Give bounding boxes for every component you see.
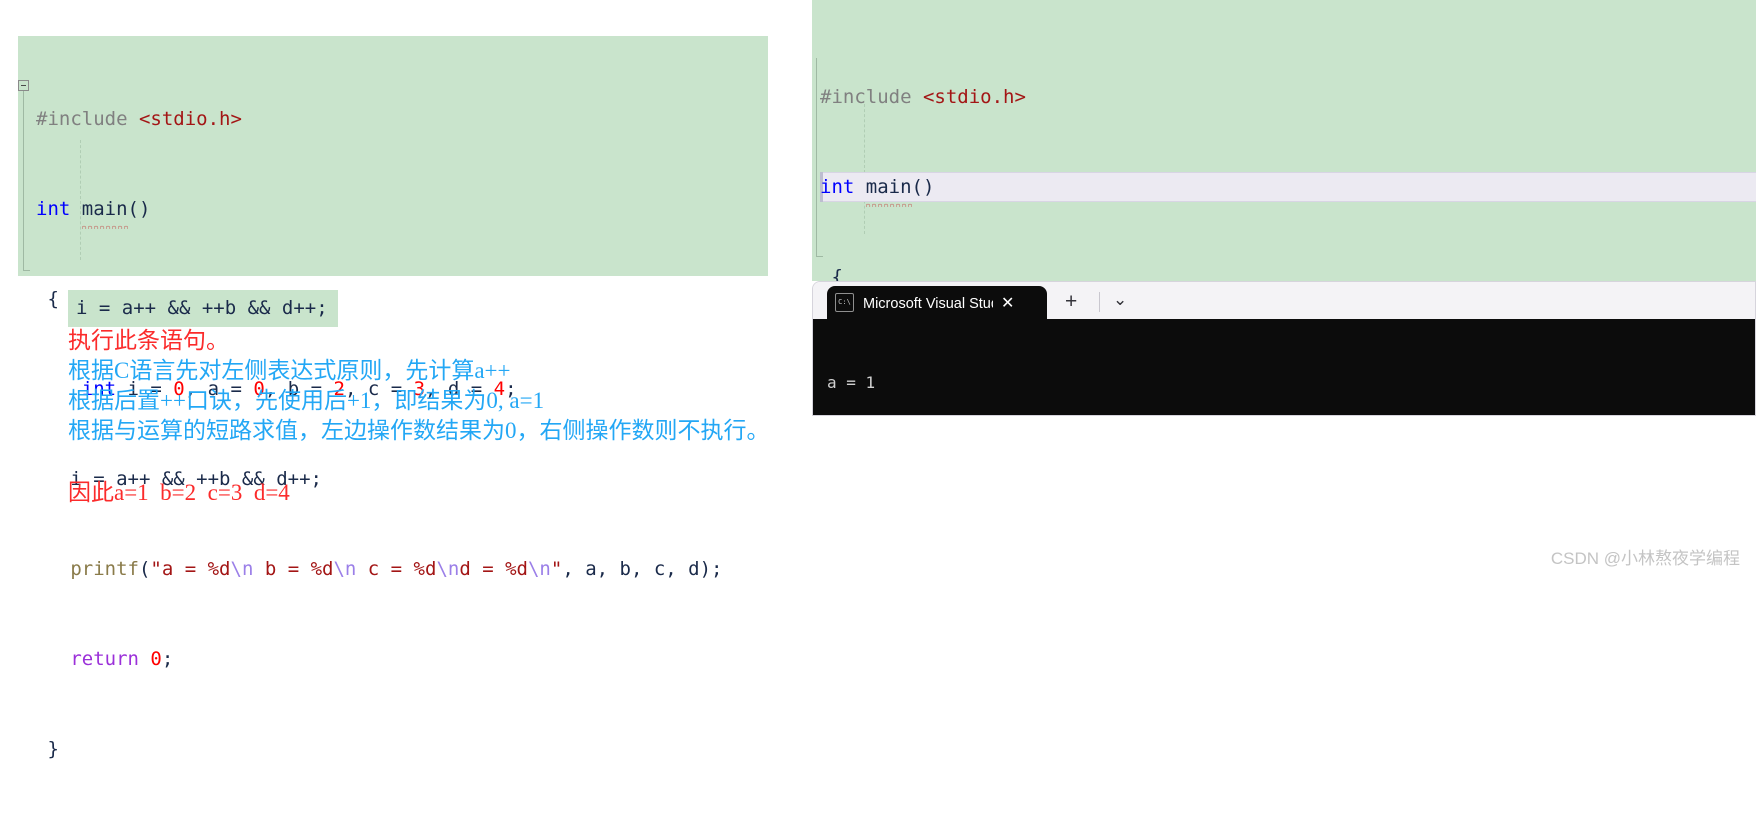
code-line[interactable]: #include <stdio.h> [820,82,1484,112]
note-line-3: 根据后置++口诀，先使用后+1，即结果为0, a=1 [68,388,545,413]
right-code-lines: #include <stdio.h> int main() { int i = … [820,22,1484,281]
tabstrip-divider [1099,292,1100,312]
debug-console-window[interactable]: C:\ Microsoft Visual Studio 调试控 ✕ + ⌄ a … [812,281,1756,416]
terminal-output[interactable]: a = 1 b = 2 c = 3 d = 4 [813,319,1755,415]
terminal-output-line: a = 1 [827,373,876,392]
code-line[interactable]: printf("a = %d\n b = %d\n c = %d\nd = %d… [36,554,722,584]
open-brace-token: { [36,288,59,310]
chevron-down-icon[interactable]: ⌄ [1113,290,1127,310]
terminal-tabstrip: C:\ Microsoft Visual Studio 调试控 ✕ + ⌄ [813,282,1755,319]
include-directive-token: #include [36,108,139,130]
watermark: CSDN @小林熬夜学编程 [1550,549,1740,568]
right-brace-structure-line [816,58,817,256]
left-editor-gutter [18,36,32,276]
screenshot-root: #include <stdio.h> int main() { int i = … [0,0,1756,760]
close-icon[interactable]: ✕ [1001,293,1014,313]
console-icon: C:\ [835,293,854,312]
collapse-region-icon[interactable] [18,80,29,91]
new-tab-icon[interactable]: + [1065,291,1077,313]
highlighted-statement-callout: i = a++ && ++b && d++; [68,290,338,327]
keyword-int-token: int [36,198,71,220]
note-line-1: 执行此条语句。 [68,328,229,353]
code-line[interactable]: } [36,734,722,764]
code-line[interactable]: #include <stdio.h> [36,104,722,134]
code-line[interactable]: { [820,262,1484,281]
code-line[interactable]: int main() [36,194,722,229]
note-line-5: 因此a=1 b=2 c=3 d=4 [68,480,290,505]
code-line[interactable]: int main() [820,172,1484,207]
terminal-tab-title: Microsoft Visual Studio 调试控 [863,296,993,312]
left-brace-structure-line [23,91,24,271]
left-brace-structure-foot [23,270,30,271]
note-line-2: 根据C语言先对左侧表达式原则，先计算a++ [68,358,511,383]
close-brace-token: } [36,738,59,760]
function-main-token: main [81,194,128,229]
terminal-tab[interactable]: C:\ Microsoft Visual Studio 调试控 ✕ [827,286,1047,319]
note-line-4: 根据与运算的短路求值，左边操作数结果为0，右侧操作数则不执行。 [68,418,770,443]
right-code-editor[interactable]: #include <stdio.h> int main() { int i = … [812,0,1756,281]
include-header-token: <stdio.h> [138,108,242,130]
code-line[interactable]: return 0; [36,644,722,674]
left-code-editor[interactable]: #include <stdio.h> int main() { int i = … [18,36,768,760]
function-main-token: main [865,172,912,207]
